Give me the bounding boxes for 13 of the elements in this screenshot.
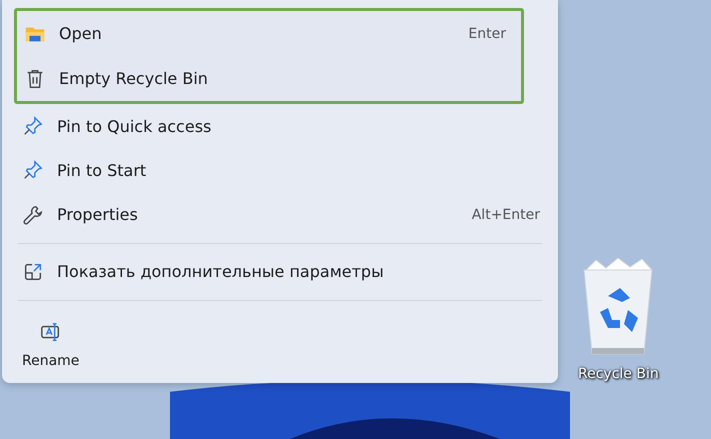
shortcut-text: Enter — [468, 26, 506, 42]
rename-icon — [40, 321, 62, 344]
menu-item[interactable]: Empty Recycle Bin — [17, 56, 521, 101]
rename-button[interactable]: Rename — [18, 315, 84, 376]
menu-item[interactable]: Open Enter — [17, 11, 521, 56]
pin-icon — [22, 115, 44, 138]
menu-item[interactable]: Properties Alt+Enter — [2, 192, 558, 237]
menu-item[interactable]: Pin to Quick access — [2, 104, 558, 148]
shortcut-text: Alt+Enter — [472, 206, 540, 223]
menu-item[interactable]: Pin to Start — [2, 148, 558, 193]
wrench-icon — [22, 204, 44, 226]
menu-item[interactable]: Показать дополнительные параметры — [2, 250, 558, 294]
pin-icon — [22, 159, 44, 182]
